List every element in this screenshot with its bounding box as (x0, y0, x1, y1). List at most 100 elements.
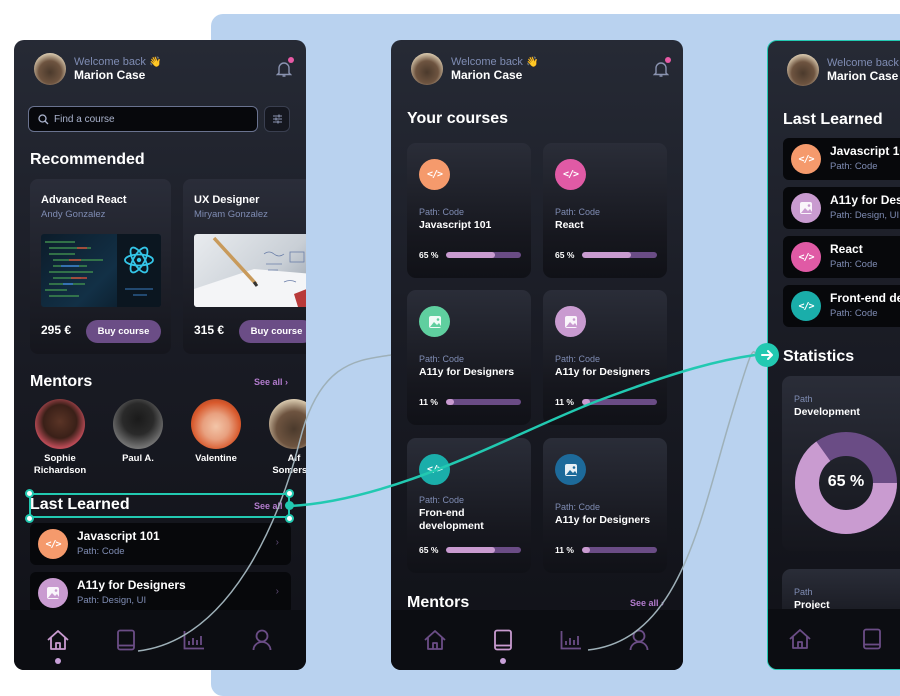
filter-button[interactable] (264, 106, 290, 132)
course-path: Path: Code (555, 354, 601, 364)
buy-course-button[interactable]: Buy course (86, 320, 161, 343)
course-title: Advanced React (41, 194, 127, 206)
user-avatar[interactable] (411, 53, 443, 85)
course-card[interactable]: Path: Code A11y for Designers 11 % (543, 290, 667, 425)
mentor-name: Richardson (33, 465, 87, 476)
last-learned-item[interactable]: </> Javascript 101 Path: Code (783, 138, 900, 180)
user-avatar[interactable] (787, 54, 819, 86)
progress-label: 65 % (419, 545, 439, 555)
book-icon (863, 628, 881, 650)
course-author: Miryam Gonzalez (194, 209, 268, 220)
tab-bar (768, 609, 900, 669)
connection-target-arrow-icon (755, 343, 779, 367)
recommended-card[interactable]: UX Designer Miryam Gonzalez 315 € Buy co… (183, 179, 306, 354)
tab-bar (391, 610, 683, 670)
progress-fill (582, 252, 631, 258)
tab-home[interactable] (38, 620, 78, 664)
image-icon (555, 306, 586, 337)
mentor-avatar (191, 399, 241, 449)
last-learned-item[interactable]: </> Javascript 101 Path: Code › (30, 523, 291, 565)
course-name: A11y for Designers (555, 514, 651, 526)
courses-screen: Welcome back 👋 Marion Case Your courses <… (391, 40, 683, 670)
user-icon (252, 629, 272, 651)
course-title: UX Designer (194, 194, 260, 206)
tab-courses[interactable] (852, 619, 892, 659)
item-title: Front-end development (830, 291, 900, 305)
donut-percent-label: 65 % (827, 473, 865, 490)
tab-statistics[interactable] (174, 620, 214, 660)
course-path: Path: Code (419, 207, 465, 217)
course-card[interactable]: </> Path: Code Fron-end development 65 % (407, 438, 531, 573)
course-name: Javascript 101 (419, 219, 492, 231)
search-input[interactable]: Find a course (28, 106, 258, 132)
bar-chart-icon (560, 631, 581, 650)
last-learned-item[interactable]: </> React Path: Code (783, 236, 900, 278)
progress-label: 11 % (555, 397, 574, 407)
recommended-card[interactable]: Advanced React Andy Gonzalez 295 € Buy c… (30, 179, 171, 354)
tab-courses[interactable] (483, 620, 523, 664)
selected-element-outline[interactable] (29, 493, 290, 518)
tab-home[interactable] (415, 620, 455, 660)
home-icon (789, 629, 811, 649)
welcome-text: Welcome back (451, 56, 523, 68)
last-learned-item[interactable]: A11y for Designers Path: Design, UI › (30, 572, 291, 614)
item-title: A11y for Designers (77, 578, 186, 592)
progress-label: 65 % (555, 250, 575, 260)
tab-statistics[interactable] (551, 620, 591, 660)
code-icon: </> (38, 529, 68, 559)
user-header: Welcome back 👋 Marion Case (34, 53, 161, 85)
progress-bar (446, 547, 521, 553)
resize-handle[interactable] (25, 489, 34, 498)
tab-courses[interactable] (106, 620, 146, 660)
buy-course-button[interactable]: Buy course (239, 320, 306, 343)
connection-handle[interactable] (285, 501, 294, 510)
home-icon (424, 630, 446, 650)
course-card[interactable]: Path: Code A11y for Designers 11 % (543, 438, 667, 573)
bar-chart-icon (183, 631, 204, 650)
notification-dot (665, 57, 671, 63)
mentors-see-all-link[interactable]: See all › (630, 598, 664, 608)
mentor-name: Paul A. (122, 453, 154, 464)
course-card[interactable]: Path: Code A11y for Designers 11 % (407, 290, 531, 425)
item-title: Javascript 101 (830, 144, 900, 158)
item-path: Path: Design, UI (77, 595, 147, 606)
progress-bar (446, 399, 521, 405)
wave-emoji-icon: 👋 (148, 57, 162, 68)
last-learned-title: Last Learned (783, 111, 883, 128)
tab-home[interactable] (780, 619, 820, 659)
home-icon (47, 630, 69, 650)
mentor-item[interactable]: AlfSomersm (259, 399, 306, 477)
course-name: A11y for Designers (555, 366, 651, 378)
resize-handle[interactable] (285, 489, 294, 498)
notification-bell-icon[interactable] (652, 57, 671, 78)
book-icon (494, 629, 512, 651)
active-tab-indicator (55, 658, 61, 664)
course-card[interactable]: </> Path: Code Javascript 101 65 % (407, 143, 531, 278)
image-icon (791, 193, 821, 223)
mentor-item[interactable]: Valentine (181, 399, 251, 465)
notification-bell-icon[interactable] (275, 57, 294, 78)
progress-bar (582, 399, 657, 405)
statistics-card[interactable]: Path Development 65 % (782, 376, 900, 551)
last-learned-item[interactable]: A11y for Designers Path: Design, UI (783, 187, 900, 229)
item-title: Javascript 101 (77, 529, 160, 543)
course-path: Path: Code (419, 354, 465, 364)
mentor-item[interactable]: Sophie Richardson (25, 399, 95, 477)
resize-handle[interactable] (285, 514, 294, 523)
user-icon (629, 629, 649, 651)
user-name: Marion Case (451, 68, 523, 82)
user-avatar[interactable] (34, 53, 66, 85)
resize-handle[interactable] (25, 514, 34, 523)
course-card[interactable]: </> Path: Code React 65 % (543, 143, 667, 278)
item-path: Path: Code (830, 308, 878, 319)
sliders-icon (272, 114, 282, 124)
mentor-item[interactable]: Paul A. (103, 399, 173, 465)
course-path: Path: Code (555, 207, 601, 217)
item-path: Path: Code (830, 259, 878, 270)
mentors-see-all-link[interactable]: See all › (254, 377, 288, 387)
tab-profile[interactable] (242, 620, 282, 660)
last-learned-item[interactable]: </> Front-end development Path: Code (783, 285, 900, 327)
course-image (194, 234, 306, 307)
image-icon (555, 454, 586, 485)
tab-profile[interactable] (619, 620, 659, 660)
